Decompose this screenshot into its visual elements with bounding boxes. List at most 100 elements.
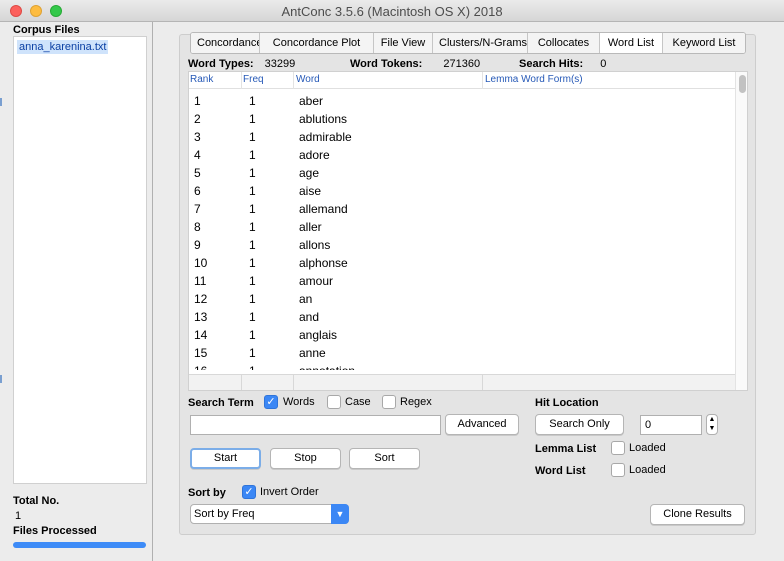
cell-word: adore [299,148,330,162]
table-row[interactable]: 16 1 annotation [189,362,735,370]
word-tokens-label: Word Tokens: [350,58,423,70]
cell-word: ablutions [299,112,348,126]
invert-order-checkbox[interactable]: ✓ [242,485,256,499]
table-body[interactable]: 1 1 aber 2 1 ablutions 3 1 admirable 4 1 adore 5 1 age… [189,92,735,370]
files-processed-progress [13,542,146,548]
table-row[interactable]: 2 1 ablutions [189,110,735,128]
table-row[interactable]: 6 1 aise [189,182,735,200]
cell-word: aller [299,220,322,234]
word-list-table[interactable]: Rank Freq Word Lemma Word Form(s) 1 1 aber… [188,71,748,391]
checkmark-icon: ✓ [266,396,276,408]
cell-freq: 1 [249,166,256,180]
edge-mark [0,98,2,106]
search-hits-value: 0 [600,58,607,70]
column-separator [293,72,294,89]
header-freq[interactable]: Freq [243,74,264,85]
tab-concordance-plot[interactable]: Concordance Plot [260,33,374,53]
table-row[interactable]: 11 1 amour [189,272,735,290]
regex-checkbox[interactable] [382,395,396,409]
table-row[interactable]: 13 1 and [189,308,735,326]
word-tokens-stat: Word Tokens: 271360 [350,58,480,70]
sort-button[interactable]: Sort [349,448,420,469]
cell-freq: 1 [249,274,256,288]
cell-freq: 1 [249,148,256,162]
table-row[interactable]: 4 1 adore [189,146,735,164]
table-row[interactable]: 14 1 anglais [189,326,735,344]
table-row[interactable]: 9 1 allons [189,236,735,254]
search-hits-stat: Search Hits: 0 [519,58,606,70]
cell-freq: 1 [249,130,256,144]
corpus-file-list[interactable]: anna_karenina.txt [13,36,147,484]
footer-separator [293,375,294,390]
cell-rank: 1 [194,94,201,108]
scrollbar-thumb[interactable] [739,75,746,93]
cell-freq: 1 [249,328,256,342]
tab-word-list[interactable]: Word List [600,33,663,53]
word-types-label: Word Types: [188,58,254,70]
cell-rank: 9 [194,238,201,252]
start-button[interactable]: Start [190,448,261,469]
table-row[interactable]: 1 1 aber [189,92,735,110]
cell-freq: 1 [249,310,256,324]
regex-label: Regex [400,396,432,408]
clone-results-button[interactable]: Clone Results [650,504,745,525]
cell-word: alphonse [299,256,348,270]
cell-rank: 12 [194,292,208,306]
table-row[interactable]: 3 1 admirable [189,128,735,146]
case-checkbox[interactable] [327,395,341,409]
words-checkbox[interactable]: ✓ [264,395,278,409]
header-word[interactable]: Word [296,74,320,85]
lemma-list-label: Lemma List [535,443,597,455]
table-row[interactable]: 12 1 an [189,290,735,308]
cell-word: amour [299,274,334,288]
cell-word: aber [299,94,324,108]
table-row[interactable]: 10 1 alphonse [189,254,735,272]
search-hits-label: Search Hits: [519,58,584,70]
chevron-down-icon[interactable]: ▼ [331,504,349,524]
footer-separator [241,375,242,390]
header-rank[interactable]: Rank [190,74,213,85]
sort-by-select[interactable]: Sort by Freq ▼ [190,504,349,524]
cell-rank: 13 [194,310,208,324]
cell-rank: 3 [194,130,201,144]
wordlist-loaded-label: Loaded [629,464,666,476]
column-separator [241,72,242,89]
cell-word: admirable [299,130,352,144]
wordlist-loaded-checkbox[interactable] [611,463,625,477]
table-scrollbar[interactable] [735,72,747,390]
advanced-button[interactable]: Advanced [445,414,519,435]
tab-file-view[interactable]: File View [374,33,433,53]
sort-by-selected: Sort by Freq [194,508,255,520]
search-only-button[interactable]: Search Only [535,414,624,435]
tab-concordance[interactable]: Concordance [191,33,260,53]
cell-freq: 1 [249,202,256,216]
header-lemma[interactable]: Lemma Word Form(s) [485,74,583,85]
cell-word: annotation [299,362,355,370]
cell-freq: 1 [249,220,256,234]
tab-clusters[interactable]: Clusters/N-Grams [433,33,528,53]
hit-location-input[interactable]: 0 [640,415,702,435]
lemma-loaded-checkbox[interactable] [611,441,625,455]
cell-word: an [299,292,313,306]
tab-collocates[interactable]: Collocates [528,33,600,53]
corpus-panel: Corpus Files anna_karenina.txt Total No.… [0,22,153,561]
sort-by-label: Sort by [188,487,226,499]
stop-button[interactable]: Stop [270,448,341,469]
cell-word: allemand [299,202,348,216]
table-row[interactable]: 5 1 age [189,164,735,182]
tab-keyword-list[interactable]: Keyword List [663,33,745,53]
corpus-file-item[interactable]: anna_karenina.txt [17,40,109,54]
search-term-input[interactable] [190,415,441,435]
cell-freq: 1 [249,94,256,108]
title-bar: AntConc 3.5.6 (Macintosh OS X) 2018 [0,0,784,22]
word-types-stat: Word Types: 33299 [188,58,295,70]
table-row[interactable]: 7 1 allemand [189,200,735,218]
cell-rank: 10 [194,256,208,270]
cell-rank: 2 [194,112,201,126]
table-header: Rank Freq Word Lemma Word Form(s) [189,72,735,89]
stepper-icon[interactable]: ▲ ▼ [706,414,718,435]
table-row[interactable]: 15 1 anne [189,344,735,362]
files-processed-label: Files Processed [13,525,97,537]
table-row[interactable]: 8 1 aller [189,218,735,236]
cell-freq: 1 [249,184,256,198]
